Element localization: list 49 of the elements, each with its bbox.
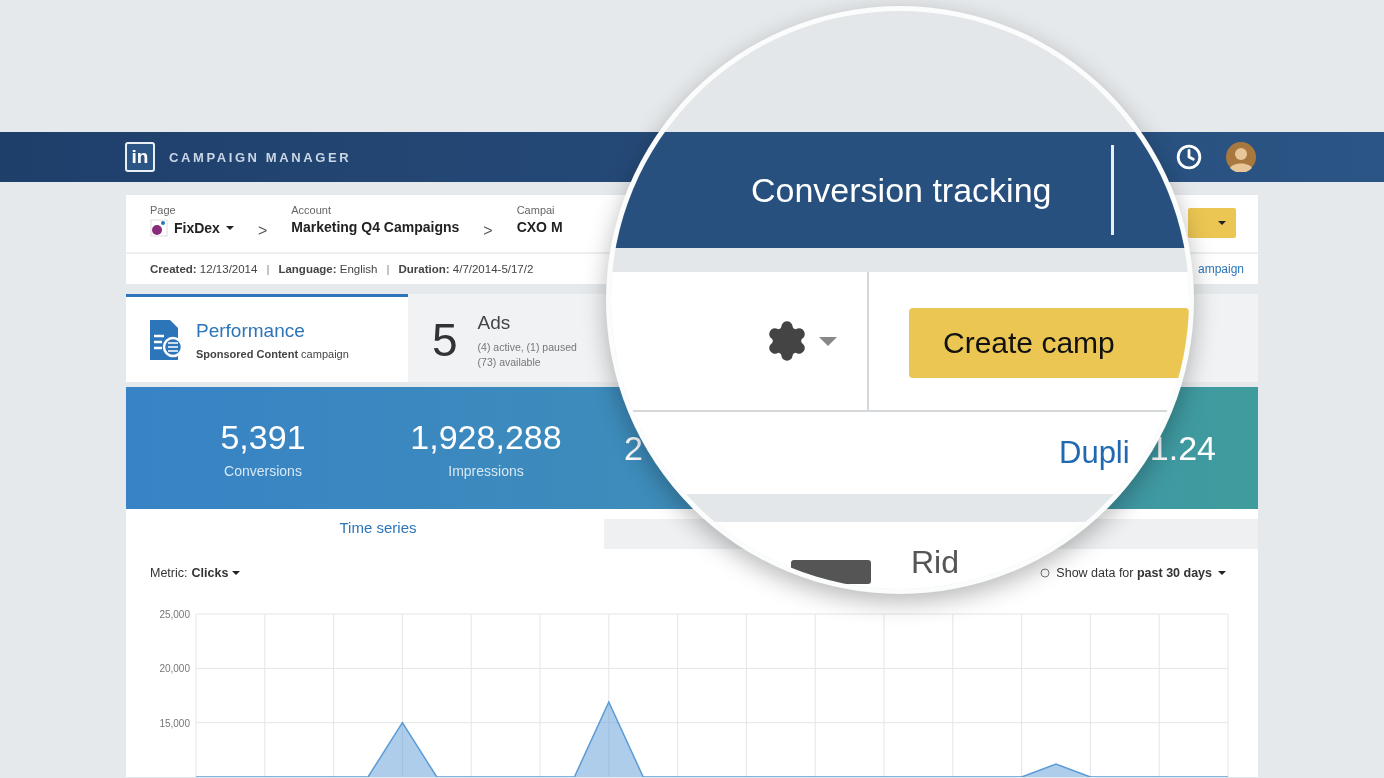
tab-title: Performance [196, 319, 306, 342]
page-title: Conversion tracking [751, 170, 1052, 210]
separator: | [386, 263, 390, 275]
separator: | [266, 263, 270, 275]
axis-label: 20,000 [159, 663, 190, 675]
stat-value: 5,391 [220, 417, 306, 457]
report-icon [148, 317, 184, 362]
create-campaign-button[interactable]: Create camp [909, 308, 1189, 378]
ad-status: (73) available [477, 355, 542, 368]
app-title: CAMPAIGN MANAGER [169, 149, 352, 165]
ad-status: (4) active, (1) paused [477, 340, 577, 353]
avatar[interactable] [1226, 142, 1256, 172]
stat-label: Impressions [448, 462, 524, 479]
caret-icon [225, 226, 234, 230]
caret-icon [232, 571, 241, 575]
ad-count: 5 [432, 312, 458, 367]
breadcrumb-label: Campai [516, 204, 556, 216]
heading: Rid [911, 546, 959, 578]
caret-icon [1218, 221, 1226, 225]
stat-value: 2 [624, 428, 643, 468]
campaign-detail: Language: English [278, 263, 378, 275]
axis-label: 25,000 [159, 609, 190, 620]
clock-icon[interactable] [1176, 144, 1202, 170]
tab-subtitle: Sponsored Content campaign [196, 347, 349, 360]
duplicate-link[interactable]: Dupli [1059, 435, 1130, 471]
tab-title: Ads [477, 311, 512, 334]
caret-icon [1218, 571, 1226, 575]
caret-icon [819, 336, 837, 346]
breadcrumb-value[interactable]: FixDex [150, 219, 234, 237]
date-range-dropdown[interactable]: Show data for past 30 days [1056, 566, 1212, 580]
performance-tab[interactable]: Performance Sponsored Content campaign [126, 294, 408, 382]
logo: in [125, 142, 155, 172]
campaign-detail: Created: 12/13/2014 [150, 263, 258, 275]
stat-value: 1,928,288 [410, 417, 562, 457]
page-icon [150, 219, 168, 237]
breadcrumb-label: Page [150, 204, 177, 216]
breadcrumb-value[interactable]: Marketing Q4 Campaigns [291, 219, 460, 235]
ads-tab[interactable]: 5 Ads (4) active, (1) paused (73) available [408, 294, 620, 382]
metric-dropdown[interactable]: Metric: Clicks [150, 566, 241, 580]
stat-value: 1.24 [1149, 428, 1216, 468]
chevron-separator: > [257, 222, 268, 240]
campaign-detail: Duration: 4/7/2014-5/17/2 [398, 263, 534, 275]
breadcrumb-label: Account [291, 204, 332, 216]
chevron-separator: > [483, 222, 493, 240]
axis-label: 15,000 [159, 717, 190, 729]
info-icon [1040, 568, 1051, 578]
breadcrumb-value[interactable]: CXO M [516, 219, 563, 235]
stat-label: Conversions [224, 462, 302, 479]
campaign-link[interactable]: ampaign [1197, 262, 1244, 276]
